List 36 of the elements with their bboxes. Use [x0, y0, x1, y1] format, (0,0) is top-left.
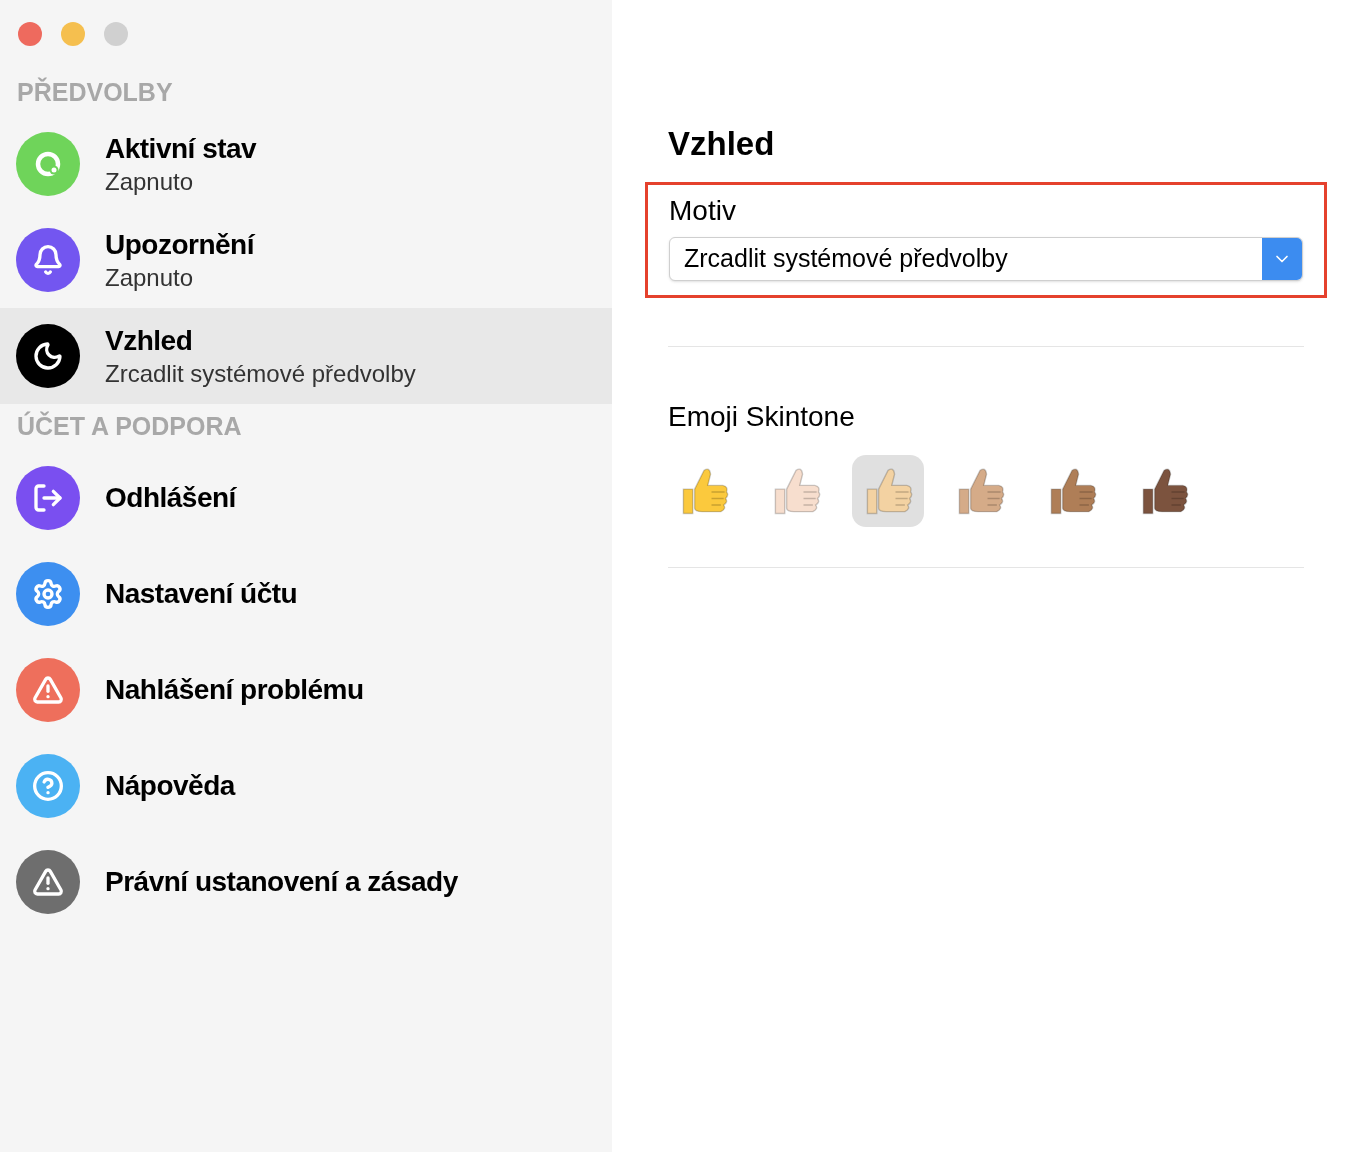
item-subtitle: Zapnuto [105, 167, 195, 197]
item-title: Vzhled [105, 324, 194, 358]
item-title: Nahlášení problému [105, 673, 364, 707]
item-subtitle: Zrcadlit systémové předvolby [105, 359, 416, 389]
moon-icon [32, 340, 64, 372]
item-title: Nastavení účtu [105, 577, 298, 611]
section-header: PŘEDVOLBY [17, 76, 173, 109]
sidebar-item[interactable]: Odhlášení [0, 450, 612, 546]
item-title: Odhlášení [105, 481, 236, 515]
field-label: Motiv [669, 194, 737, 228]
zoom-button[interactable] [104, 22, 128, 46]
page-title: Vzhled [668, 124, 776, 164]
sidebar-item[interactable]: Nahlášení problému [0, 642, 612, 738]
logout-icon [32, 482, 64, 514]
help-icon [32, 770, 64, 802]
minimize-button[interactable] [61, 22, 85, 46]
bell-icon [32, 244, 64, 276]
sidebar-item[interactable]: Nastavení účtu [0, 546, 612, 642]
warning-icon [32, 866, 64, 898]
item-title: Aktivní stav [105, 132, 257, 166]
item-title: Upozornění [105, 228, 254, 262]
sidebar-item[interactable]: Vzhled Zrcadlit systémové předvolby [0, 308, 612, 404]
warning-icon [32, 674, 64, 706]
item-title: Právní ustanovení a zásady [105, 865, 458, 899]
close-button[interactable] [18, 22, 42, 46]
sidebar-item[interactable]: Nápověda [0, 738, 612, 834]
section-label: Emoji Skintone [668, 400, 856, 434]
settings-icon [32, 578, 64, 610]
item-subtitle: Zapnuto [105, 263, 195, 293]
select-value: Zrcadlit systémové předvolby [683, 243, 1009, 275]
sidebar-item[interactable]: Upozornění Zapnuto [0, 212, 612, 308]
item-title: Nápověda [105, 769, 235, 803]
sidebar-item[interactable]: Aktivní stav Zapnuto [0, 116, 612, 212]
theme-select[interactable]: Zrcadlit systémové předvolby [669, 237, 1303, 281]
section-header: ÚČET A PODPORA [17, 410, 242, 443]
sidebar-item[interactable]: Právní ustanovení a zásady [0, 834, 612, 930]
